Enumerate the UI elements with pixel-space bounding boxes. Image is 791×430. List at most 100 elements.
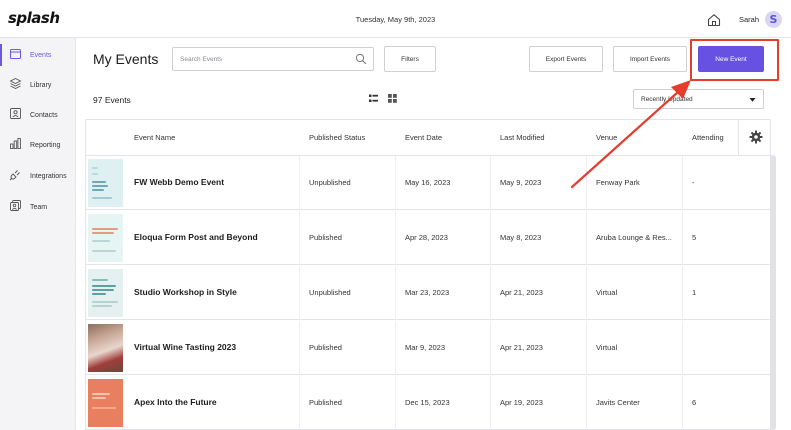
last-modified: May 8, 2023 <box>500 233 542 242</box>
bar-chart-icon <box>10 138 21 149</box>
event-date: Apr 28, 2023 <box>405 233 448 242</box>
published-status: Unpublished <box>309 178 351 187</box>
column-divider <box>395 266 396 320</box>
column-header-event-date[interactable]: Event Date <box>405 133 442 142</box>
current-date: Tuesday, May 9th, 2023 <box>355 15 436 24</box>
sidebar-item-label: Events <box>30 51 52 59</box>
last-modified: May 9, 2023 <box>500 178 542 187</box>
export-events-button[interactable]: Export Events <box>529 46 603 72</box>
search-icon[interactable] <box>355 53 367 65</box>
column-divider <box>395 376 396 430</box>
table-row[interactable]: Eloqua Form Post and Beyond Published Ap… <box>86 211 770 265</box>
last-modified: Apr 21, 2023 <box>500 288 543 297</box>
column-divider <box>586 266 587 320</box>
sidebar: Events Library Contacts Reporting Integr… <box>0 38 76 430</box>
column-divider <box>490 321 491 375</box>
column-divider <box>586 321 587 375</box>
event-name[interactable]: Studio Workshop in Style <box>134 287 237 297</box>
event-thumbnail[interactable] <box>88 214 123 262</box>
gear-icon[interactable] <box>749 130 763 144</box>
event-name[interactable]: Apex Into the Future <box>134 397 217 407</box>
home-icon[interactable] <box>706 12 722 28</box>
column-divider <box>490 266 491 320</box>
column-header-venue[interactable]: Venue <box>596 133 617 142</box>
column-divider <box>299 266 300 320</box>
event-date: Mar 23, 2023 <box>405 288 450 297</box>
sidebar-item-contacts[interactable]: Contacts <box>0 102 76 128</box>
event-thumbnail[interactable] <box>88 159 123 207</box>
event-thumbnail[interactable] <box>88 324 123 372</box>
published-status: Published <box>309 343 342 352</box>
sidebar-item-team[interactable]: Team <box>0 194 76 220</box>
column-header-published-status[interactable]: Published Status <box>309 133 365 142</box>
column-divider <box>682 321 683 375</box>
table-scrollbar[interactable] <box>770 155 776 430</box>
search-input[interactable] <box>180 53 350 65</box>
column-divider <box>586 211 587 265</box>
column-divider <box>395 321 396 375</box>
column-divider <box>490 376 491 430</box>
user-name[interactable]: Sarah <box>739 15 759 24</box>
sidebar-item-label: Team <box>30 203 48 211</box>
venue: Virtual <box>596 288 618 297</box>
event-name[interactable]: FW Webb Demo Event <box>134 177 224 187</box>
event-name[interactable]: Virtual Wine Tasting 2023 <box>134 342 236 352</box>
venue: Fenway Park <box>596 178 640 187</box>
sort-selected-value: Recently Updated <box>641 96 693 103</box>
sidebar-item-label: Reporting <box>30 141 61 149</box>
sidebar-item-events[interactable]: Events <box>0 42 76 68</box>
chevron-down-icon <box>749 98 756 102</box>
sidebar-item-label: Contacts <box>30 111 58 119</box>
sidebar-item-integrations[interactable]: Integrations <box>0 163 76 189</box>
event-date: May 16, 2023 <box>405 178 451 187</box>
sidebar-item-library[interactable]: Library <box>0 72 76 98</box>
sort-select[interactable]: Recently Updated <box>633 89 764 109</box>
filters-button[interactable]: Filters <box>384 46 436 72</box>
column-divider <box>490 156 491 210</box>
avatar[interactable]: S <box>765 11 782 28</box>
column-header-attending[interactable]: Attending <box>692 133 724 142</box>
page-title: My Events <box>93 51 159 67</box>
column-divider <box>682 266 683 320</box>
column-header-event-name[interactable]: Event Name <box>134 133 175 142</box>
import-events-button[interactable]: Import Events <box>613 46 687 72</box>
venue: Aruba Lounge & Res... <box>596 233 672 242</box>
venue: Javits Center <box>596 398 640 407</box>
search-box[interactable] <box>172 47 374 71</box>
plug-icon <box>9 170 20 181</box>
last-modified: Apr 19, 2023 <box>500 398 543 407</box>
column-header-last-modified[interactable]: Last Modified <box>500 133 545 142</box>
column-divider <box>682 156 683 210</box>
event-thumbnail[interactable] <box>88 379 123 427</box>
last-modified: Apr 21, 2023 <box>500 343 543 352</box>
list-view-icon[interactable] <box>369 94 378 103</box>
table-row[interactable]: FW Webb Demo Event Unpublished May 16, 2… <box>86 156 770 210</box>
published-status: Published <box>309 398 342 407</box>
table-row[interactable]: Studio Workshop in Style Unpublished Mar… <box>86 266 770 320</box>
new-event-button[interactable]: New Event <box>698 46 764 72</box>
sidebar-item-label: Library <box>30 81 52 89</box>
table-row[interactable]: Virtual Wine Tasting 2023 Published Mar … <box>86 321 770 375</box>
column-divider <box>299 321 300 375</box>
attending-count: - <box>692 178 695 187</box>
event-name[interactable]: Eloqua Form Post and Beyond <box>134 232 258 242</box>
top-bar: splash Tuesday, May 9th, 2023 Sarah S <box>0 0 791 38</box>
column-settings-cell <box>738 120 770 156</box>
column-divider <box>395 156 396 210</box>
column-divider <box>490 211 491 265</box>
table-row[interactable]: Apex Into the Future Published Dec 15, 2… <box>86 376 770 430</box>
event-count: 97 Events <box>93 95 131 105</box>
grid-view-icon[interactable] <box>388 94 397 103</box>
column-divider <box>586 156 587 210</box>
published-status: Unpublished <box>309 288 351 297</box>
table-header: Event Name Published Status Event Date L… <box>86 120 770 156</box>
sidebar-item-label: Integrations <box>30 172 67 180</box>
sidebar-item-reporting[interactable]: Reporting <box>0 132 76 158</box>
event-date: Mar 9, 2023 <box>405 343 446 352</box>
layers-icon <box>9 77 22 90</box>
attending-count: 6 <box>692 398 697 407</box>
published-status: Published <box>309 233 342 242</box>
event-thumbnail[interactable] <box>88 269 123 317</box>
column-divider <box>299 211 300 265</box>
team-icon <box>10 200 21 211</box>
